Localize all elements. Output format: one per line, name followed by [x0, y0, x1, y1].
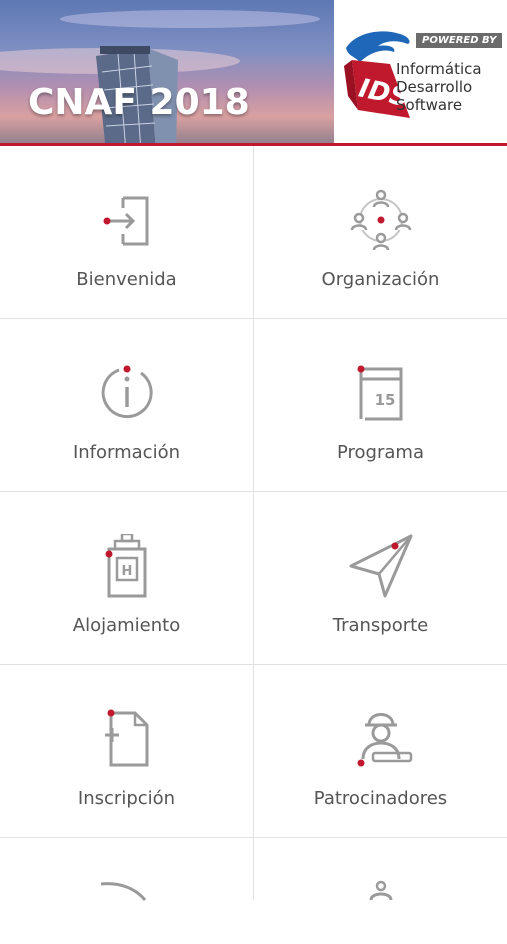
people-network-icon [350, 189, 411, 251]
info-icon [101, 365, 153, 419]
menu-item-organizacion[interactable]: Organización [253, 146, 507, 319]
menu-item-bienvenida[interactable]: Bienvenida [0, 146, 253, 319]
svg-text:15: 15 [374, 391, 395, 409]
menu-item-label: Patrocinadores [313, 788, 448, 809]
powered-by-badge: POWERED BY [416, 33, 503, 48]
hotel-icon: H [105, 534, 146, 598]
partial-icon [100, 882, 146, 902]
menu-item-transporte[interactable]: Transporte [253, 492, 507, 665]
sponsor-icon [357, 713, 412, 767]
menu-item-partial-left[interactable] [0, 838, 253, 902]
menu-item-label: Programa [337, 442, 424, 463]
menu-item-label: Bienvenida [76, 269, 177, 290]
company-line: Software [396, 96, 463, 114]
svg-text:H: H [121, 564, 132, 579]
calendar-icon: 15 [357, 365, 402, 421]
menu-item-label: Información [72, 442, 181, 463]
menu-item-label: Organización [321, 269, 440, 290]
header-background-cloud [60, 10, 320, 28]
menu-item-inscripcion[interactable]: Inscripción [0, 665, 253, 838]
new-document-icon [104, 709, 148, 767]
menu-grid: Bienvenida Organización Información 15 P… [0, 146, 507, 902]
paper-plane-icon [349, 534, 412, 598]
menu-item-patrocinadores[interactable]: Patrocinadores [253, 665, 507, 838]
menu-item-label: Alojamiento [72, 615, 181, 636]
menu-item-label: Inscripción [77, 788, 176, 809]
menu-item-alojamiento[interactable]: H Alojamiento [0, 492, 253, 665]
company-line: Informática [396, 60, 482, 78]
company-line: Desarrollo [396, 78, 473, 96]
partial-icon [369, 880, 392, 901]
menu-item-programa[interactable]: 15 Programa [253, 319, 507, 492]
page-title: CNAF 2018 [28, 82, 250, 123]
menu-item-informacion[interactable]: Información [0, 319, 253, 492]
menu-item-label: Transporte [332, 615, 429, 636]
menu-item-partial-right[interactable] [253, 838, 507, 901]
company-name: Informática Desarrollo Software [396, 60, 482, 114]
login-icon [103, 196, 148, 246]
app-header: CNAF 2018 IDS POWERED BY Informática Des… [0, 0, 507, 146]
